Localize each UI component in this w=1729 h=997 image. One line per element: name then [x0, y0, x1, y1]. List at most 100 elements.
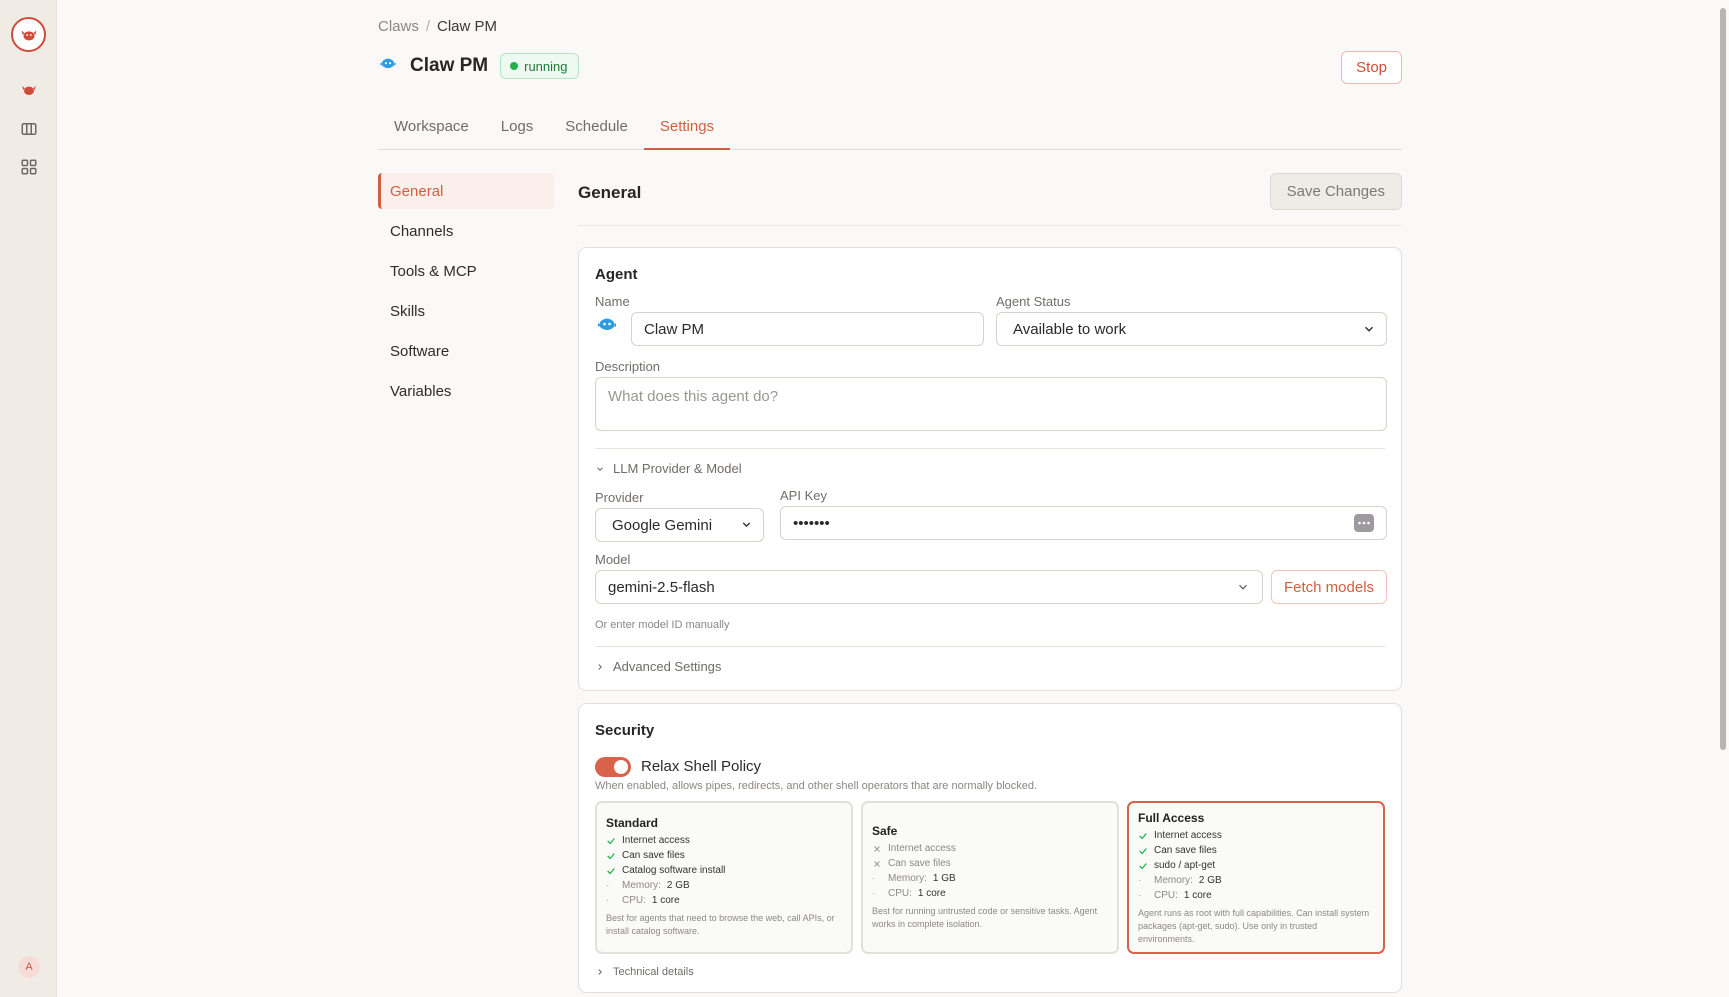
claw-icon[interactable] — [18, 79, 39, 100]
llm-section-label: LLM Provider & Model — [613, 461, 742, 476]
sidebar-item-tools-mcp[interactable]: Tools & MCP — [378, 253, 554, 289]
panel-header: General Save Changes — [578, 173, 1402, 226]
llm-section-toggle[interactable]: LLM Provider & Model — [595, 461, 742, 476]
claw-logo-icon[interactable] — [11, 17, 46, 52]
board-icon[interactable] — [18, 118, 39, 139]
status-text: running — [524, 58, 568, 74]
tier-feature: Internet access — [872, 841, 1108, 856]
tab-bar: Workspace Logs Schedule Settings — [378, 117, 1402, 150]
model-value: gemini-2.5-flash — [608, 578, 715, 596]
page-title: Claw PM — [410, 55, 489, 76]
sidebar-item-skills[interactable]: Skills — [378, 293, 554, 329]
tier-name: Safe — [872, 824, 898, 838]
relax-shell-hint: When enabled, allows pipes, redirects, a… — [595, 780, 1038, 792]
tab-workspace[interactable]: Workspace — [378, 117, 485, 150]
tab-logs[interactable]: Logs — [485, 117, 550, 150]
technical-details-toggle[interactable]: Technical details — [595, 966, 694, 978]
page-header: Claw PM running — [378, 53, 579, 79]
check-icon — [1138, 846, 1154, 856]
tier-card-standard[interactable]: Standard Internet access Can save files … — [595, 801, 853, 954]
description-textarea[interactable]: What does this agent do? — [595, 377, 1387, 431]
status-badge: running — [500, 53, 579, 79]
check-icon — [1138, 831, 1154, 841]
password-toggle-icon[interactable] — [1354, 514, 1374, 532]
model-select[interactable]: gemini-2.5-flash — [595, 570, 1263, 604]
tier-description: Agent runs as root with full capabilitie… — [1138, 908, 1370, 944]
tier-card-safe[interactable]: Safe Internet access Can save files · Mem… — [861, 801, 1119, 954]
check-icon — [606, 851, 622, 861]
chevron-down-icon — [595, 464, 605, 474]
security-section-title: Security — [595, 722, 655, 739]
tier-feature: Catalog software install — [606, 863, 842, 878]
name-input[interactable]: Claw PM — [631, 312, 984, 346]
provider-label: Provider — [595, 490, 644, 505]
x-icon — [872, 859, 888, 869]
api-key-input[interactable]: ••••••• — [780, 506, 1387, 540]
tier-description: Best for running untrusted code or sensi… — [872, 906, 1098, 929]
check-icon — [606, 866, 622, 876]
sidebar-item-variables[interactable]: Variables — [378, 373, 554, 409]
tier-feature: sudo / apt-get — [1138, 858, 1374, 873]
settings-sidebar: General Channels Tools & MCP Skills Soft… — [378, 173, 554, 413]
agent-card: Agent Name Claw PM Agent Status Availabl… — [578, 247, 1402, 691]
app-rail: A — [0, 0, 57, 997]
breadcrumb: Claws / Claw PM — [378, 18, 497, 35]
save-changes-button[interactable]: Save Changes — [1269, 173, 1402, 210]
panel-title: General — [578, 183, 642, 202]
general-panel: General Save Changes Agent Name Claw PM … — [578, 173, 1402, 993]
tier-feature: Can save files — [872, 856, 1108, 871]
tier-cpu: · CPU: 1 core — [606, 895, 680, 906]
agent-status-select[interactable]: Available to work — [996, 312, 1387, 346]
agent-status-label: Agent Status — [996, 294, 1071, 309]
divider — [595, 448, 1385, 449]
description-label: Description — [595, 359, 661, 374]
x-icon — [872, 844, 888, 854]
sidebar-item-software[interactable]: Software — [378, 333, 554, 369]
sidebar-item-channels[interactable]: Channels — [378, 213, 554, 249]
manual-model-hint[interactable]: Or enter model ID manually — [595, 619, 730, 631]
chevron-right-icon — [595, 967, 605, 977]
agent-avatar-icon — [378, 54, 398, 79]
stop-button[interactable]: Stop — [1341, 51, 1402, 84]
relax-shell-toggle[interactable] — [595, 757, 631, 777]
provider-select[interactable]: Google Gemini — [595, 508, 764, 542]
tier-feature: Internet access — [606, 833, 842, 848]
tier-description: Best for agents that need to browse the … — [606, 913, 835, 936]
name-label: Name — [595, 294, 630, 309]
chevron-down-icon — [1236, 580, 1250, 598]
technical-details-label: Technical details — [613, 966, 694, 978]
divider — [595, 646, 1385, 647]
tab-schedule[interactable]: Schedule — [549, 117, 644, 150]
api-key-value: ••••••• — [793, 514, 830, 532]
check-icon — [606, 836, 622, 846]
tier-feature: Can save files — [606, 848, 842, 863]
breadcrumb-parent[interactable]: Claws — [378, 18, 419, 35]
tier-cpu: · CPU: 1 core — [1138, 890, 1212, 901]
tier-name: Full Access — [1138, 811, 1205, 825]
check-icon — [1138, 861, 1154, 871]
security-card: Security Relax Shell Policy When enabled… — [578, 703, 1402, 993]
chevron-down-icon — [1362, 322, 1376, 340]
breadcrumb-separator: / — [425, 18, 431, 35]
page-scrollbar[interactable] — [1719, 0, 1727, 997]
relax-shell-label: Relax Shell Policy — [641, 758, 762, 775]
tier-cpu: · CPU: 1 core — [872, 888, 946, 899]
agent-status-value: Available to work — [1013, 320, 1127, 338]
tier-memory: · Memory: 2 GB — [606, 880, 690, 891]
tab-settings[interactable]: Settings — [643, 117, 731, 150]
user-avatar[interactable]: A — [18, 956, 40, 978]
status-dot — [510, 62, 519, 70]
advanced-settings-label: Advanced Settings — [613, 659, 722, 674]
sidebar-item-general[interactable]: General — [378, 173, 554, 209]
chevron-right-icon — [595, 662, 605, 672]
fetch-models-button[interactable]: Fetch models — [1271, 570, 1388, 604]
advanced-settings-toggle[interactable]: Advanced Settings — [595, 659, 721, 674]
agent-section-title: Agent — [595, 266, 638, 283]
api-key-label: API Key — [780, 488, 827, 503]
chevron-down-icon — [740, 518, 753, 535]
tier-card-full-access[interactable]: Full Access Internet access Can save fil… — [1127, 801, 1385, 954]
tier-feature: Can save files — [1138, 843, 1374, 858]
grid-icon[interactable] — [18, 156, 39, 177]
agent-avatar-icon[interactable] — [595, 313, 619, 342]
model-label: Model — [595, 552, 631, 567]
